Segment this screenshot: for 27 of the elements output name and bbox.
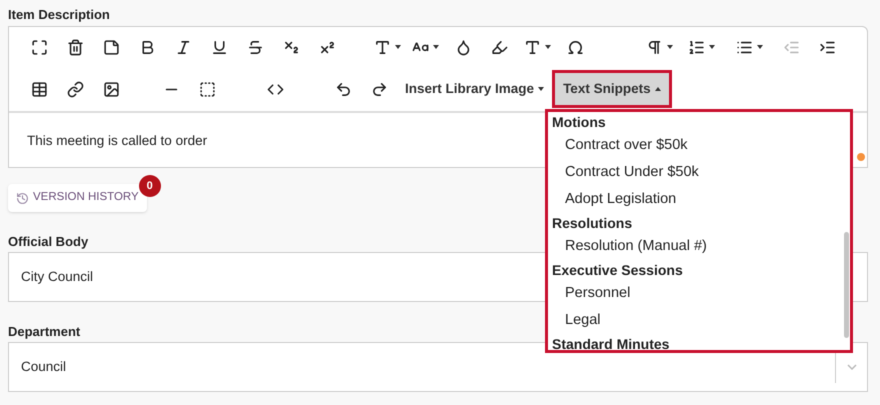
- history-icon: [16, 192, 29, 204]
- scrollbar-thumb[interactable]: [844, 232, 849, 338]
- caret-icon: [708, 45, 714, 49]
- menu-item[interactable]: Legal: [548, 307, 850, 334]
- ordered-list-icon: [688, 38, 704, 56]
- text-snippets-dropdown[interactable]: Text Snippets: [552, 70, 672, 108]
- chevron-icon: [846, 364, 856, 370]
- caret-icon: [666, 45, 672, 49]
- version-history-button[interactable]: VERSION HISTORY: [8, 184, 147, 212]
- count-badge: 0: [138, 175, 161, 197]
- caret-icon: [544, 45, 550, 49]
- caret-icon: [654, 87, 661, 91]
- menu-item[interactable]: Contract over $50k: [548, 132, 850, 159]
- insert-library-image-dropdown[interactable]: Insert Library Image: [397, 73, 552, 105]
- field-label: Department: [8, 324, 80, 340]
- caret-icon: [538, 87, 544, 91]
- menu-group-heading: Motions: [551, 113, 607, 132]
- caret-icon: [756, 45, 762, 49]
- caret-icon: [432, 45, 438, 49]
- caret-icon: [394, 45, 400, 49]
- font-color-icon: [374, 38, 390, 56]
- menu-group-heading: Resolutions: [551, 214, 634, 233]
- menu-group-heading: Executive Sessions: [551, 261, 684, 280]
- menu-item[interactable]: Adopt Legislation: [548, 186, 850, 213]
- text-style-icon: [524, 38, 540, 56]
- field-label: Official Body: [8, 234, 88, 250]
- field-label: Item Description: [8, 6, 111, 24]
